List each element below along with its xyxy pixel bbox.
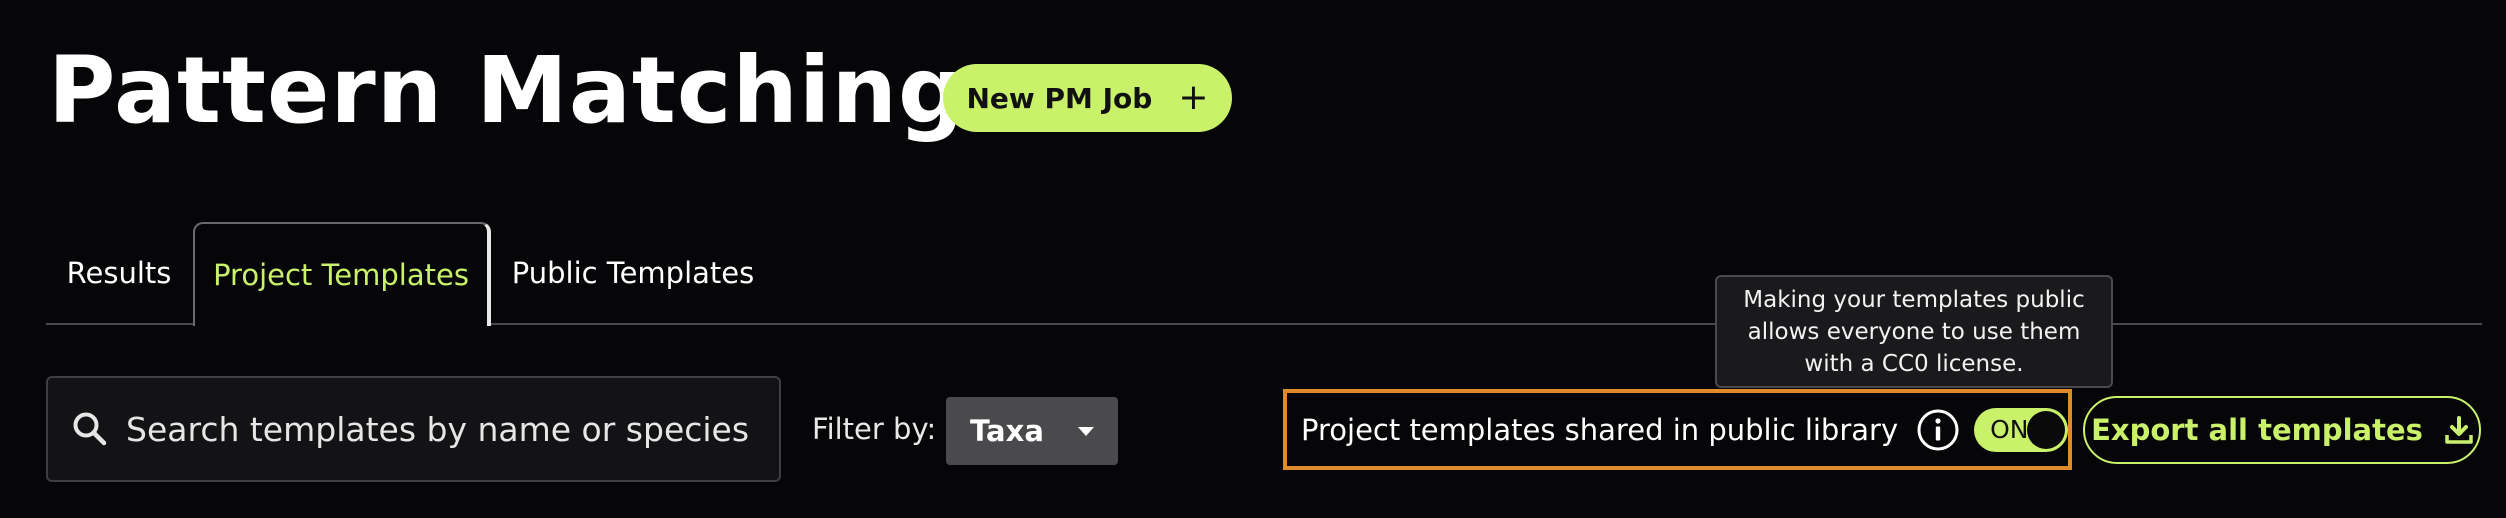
filter-taxa-select[interactable]: Taxa	[946, 397, 1118, 465]
public-share-toggle[interactable]: ON	[1974, 407, 2068, 452]
tab-project-templates[interactable]: Project Templates	[193, 222, 491, 326]
export-label: Export all templates	[2091, 413, 2423, 447]
tooltip-line-3: with a CC0 license.	[1804, 350, 2024, 377]
public-library-share-control: Project templates shared in public libra…	[1283, 389, 2072, 470]
chevron-down-icon	[1078, 426, 1094, 436]
new-pm-job-button[interactable]: New PM Job +	[943, 64, 1232, 132]
tab-public-templates[interactable]: Public Templates	[493, 222, 773, 324]
download-icon	[2445, 416, 2473, 444]
tooltip-line-1: Making your templates public	[1743, 286, 2085, 313]
export-all-templates-button[interactable]: Export all templates	[2083, 396, 2481, 464]
public-info-tooltip: Making your templates public allows ever…	[1715, 275, 2113, 388]
info-icon[interactable]	[1916, 408, 1960, 452]
toggle-state-label: ON	[1990, 414, 2029, 444]
search-input[interactable]	[124, 408, 768, 450]
filter-selected-value: Taxa	[970, 414, 1044, 448]
page-title: Pattern Matching	[48, 37, 965, 144]
tooltip-line-2: allows everyone to use them	[1747, 318, 2081, 345]
toggle-knob	[2027, 410, 2065, 449]
tab-project-templates-label: Project Templates	[213, 258, 469, 292]
new-pm-job-label: New PM Job	[966, 81, 1153, 115]
search-icon	[73, 412, 107, 446]
tab-public-templates-label: Public Templates	[511, 256, 755, 290]
search-box[interactable]	[46, 376, 781, 482]
share-label: Project templates shared in public libra…	[1301, 412, 1899, 447]
filter-label: Filter by:	[812, 412, 937, 446]
tab-results[interactable]: Results	[46, 222, 192, 324]
tab-results-label: Results	[66, 256, 172, 290]
plus-icon: +	[1178, 77, 1209, 118]
pattern-matching-page: Pattern Matching New PM Job + Results Pr…	[0, 0, 2506, 518]
